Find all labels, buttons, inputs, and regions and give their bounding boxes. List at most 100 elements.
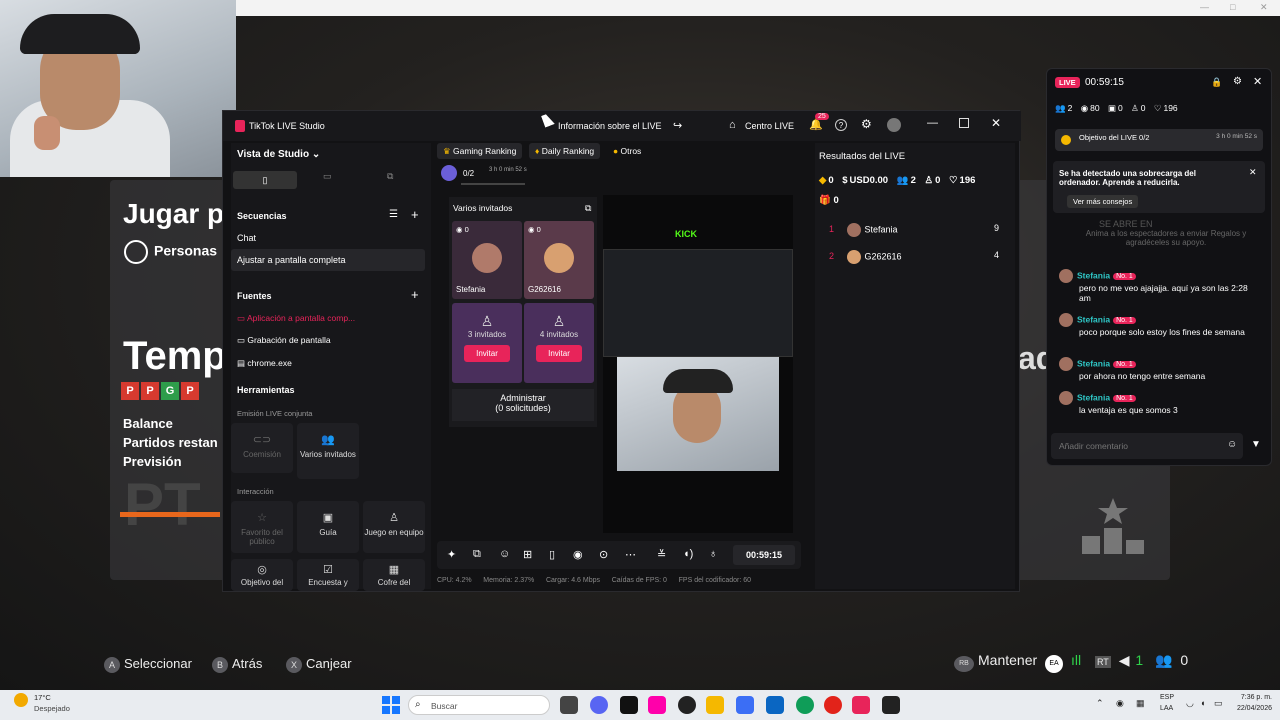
globe-icon (124, 240, 148, 264)
more-icon[interactable]: ⋯ (625, 548, 636, 561)
language-label[interactable]: ESP (1160, 694, 1174, 701)
invite-button[interactable]: Invitar (464, 345, 510, 362)
guest-count: ◉ 0 (456, 225, 469, 234)
cohost-tool[interactable]: ⊂⊃ Coemisión (231, 423, 293, 473)
obs-icon[interactable] (882, 696, 900, 714)
close-icon[interactable]: ✕ (1249, 167, 1257, 178)
tab-daily-ranking[interactable]: ♦ Daily Ranking (529, 143, 601, 159)
balance-label: Balance (123, 416, 173, 431)
folder-icon[interactable] (706, 696, 724, 714)
live-center-button[interactable]: Centro LIVE (745, 121, 794, 131)
controller-hint: A Seleccionar (104, 656, 192, 673)
close-button[interactable]: ✕ (991, 116, 1001, 130)
live-info-link[interactable]: Información sobre el LIVE (558, 121, 662, 131)
outlook-icon[interactable] (766, 696, 784, 714)
windows-start-icon[interactable] (382, 696, 400, 714)
chrome-icon[interactable] (824, 696, 842, 714)
avatar[interactable] (887, 118, 901, 132)
battery-icon[interactable]: ▭ (1214, 698, 1223, 709)
ranking-row[interactable]: 2 G262616 4 (819, 250, 1009, 264)
poll-tool[interactable]: ☑ Encuesta y (297, 559, 359, 591)
guide-tool[interactable]: ▣ Guía (297, 501, 359, 553)
emoji-icon[interactable]: ☺ (1227, 439, 1237, 450)
speaker-icon[interactable]: ◖ (1200, 698, 1205, 708)
record-icon[interactable]: ◉ (573, 548, 583, 561)
ranking-row[interactable]: 1 Stefania 9 (819, 223, 1009, 237)
landscape-view-toggle[interactable]: ▭ (323, 171, 332, 182)
personas-row[interactable]: Personas (124, 240, 217, 264)
guest-card[interactable]: ◉ 0 Stefania (452, 221, 522, 299)
wifi-icon[interactable]: ◡ (1186, 698, 1194, 709)
edge-icon[interactable] (796, 696, 814, 714)
add-scene-icon[interactable]: ⊞ (523, 548, 532, 561)
source-item[interactable]: ▭ Grabación de pantalla (237, 335, 331, 346)
goal-tool[interactable]: ◎ Objetivo del (231, 559, 293, 591)
gear-icon[interactable]: ⚙ (1233, 76, 1242, 87)
gear-icon[interactable]: ⚙ (861, 117, 872, 131)
tab-others[interactable]: ● Otros (607, 143, 647, 159)
multi-view-toggle[interactable]: ⧉ (387, 171, 393, 182)
team-game-tool[interactable]: ♙ Juego en equipo (363, 501, 425, 553)
epic-games-icon[interactable] (620, 696, 638, 714)
minimize-button[interactable]: — (927, 117, 938, 129)
chest-tool[interactable]: ▦ Cofre del (363, 559, 425, 591)
settings-sliders-icon[interactable]: ≚ (657, 548, 666, 561)
close-icon[interactable]: ✕ (1253, 75, 1262, 88)
tray-chevron-icon[interactable]: ⌃ (1096, 698, 1104, 709)
faded-heading: SE ABRE EN (1099, 219, 1153, 229)
hint-label: Seleccionar (124, 656, 192, 671)
effects-icon[interactable]: ☺ (499, 548, 510, 560)
tray-icon[interactable]: ◉ (1116, 698, 1124, 709)
guest-card[interactable]: ◉ 0 G262616 (524, 221, 594, 299)
popout-icon[interactable]: ⧉ (585, 203, 591, 214)
manage-requests-button[interactable]: Administrar (0 solicitudes) (452, 389, 594, 421)
multi-guest-tool[interactable]: 👥 Varios invitados (297, 423, 359, 479)
camera-icon[interactable]: ⊙ (599, 548, 608, 561)
favorite-tool[interactable]: ☆ Favorito del público (231, 501, 293, 553)
discord-icon[interactable] (590, 696, 608, 714)
file-manager-icon[interactable] (560, 696, 578, 714)
maximize-glyph: □ (1230, 2, 1236, 12)
tiktok-icon[interactable] (852, 696, 870, 714)
follow-icon: ♙ (924, 175, 934, 186)
comment-input[interactable] (1051, 433, 1211, 459)
sequence-item-selected[interactable]: Ajustar a pantalla completa (231, 249, 425, 271)
invite-button[interactable]: Invitar (536, 345, 582, 362)
chat-message: Stefania No. 1 poco porque solo estoy los … (1059, 313, 1259, 337)
portrait-view-toggle[interactable]: ▯ (233, 171, 297, 189)
github-icon[interactable] (678, 696, 696, 714)
source-item[interactable]: ▤ chrome.exe (237, 358, 292, 369)
people-icon: 👥 (896, 175, 909, 186)
tab-gaming-ranking[interactable]: ♛ Gaming Ranking (437, 143, 523, 159)
tray-icon[interactable]: ▦ (1136, 698, 1145, 709)
screen-icon: ▭ (237, 313, 246, 323)
maximize-button[interactable] (959, 118, 969, 128)
gift-count: 0 (833, 195, 839, 206)
magic-icon[interactable]: ✦ (447, 548, 456, 561)
taskbar-search[interactable]: ⌕ Buscar (408, 695, 550, 715)
goal-card[interactable]: Objetivo del LIVE 0/2 3 h 0 min 52 s (1055, 129, 1263, 151)
share-icon[interactable]: ↪ (673, 119, 682, 132)
filter-icon[interactable]: ▼ (1251, 439, 1261, 450)
lock-icon[interactable]: 🔒 (1211, 77, 1222, 88)
phone-icon[interactable]: ▯ (549, 548, 555, 561)
store-icon[interactable] (736, 696, 754, 714)
help-icon[interactable]: ? (835, 119, 847, 131)
weather-temp[interactable]: 17°C (34, 693, 51, 702)
source-item-error[interactable]: ▭ Aplicación a pantalla comp... (237, 313, 355, 324)
list-icon[interactable]: ☰ (389, 209, 398, 220)
cpu-stat: CPU: 4.2% (437, 577, 472, 584)
speaker-icon[interactable]: ◖) (683, 548, 693, 560)
multi-guest-title: Varios invitados (453, 203, 513, 213)
sequence-item[interactable]: Chat (237, 233, 256, 243)
layout-icon[interactable]: ⧉ (473, 548, 481, 561)
add-sequence-button[interactable]: + (411, 207, 419, 222)
clock-time[interactable]: 7:36 p. m. (1232, 694, 1272, 701)
view-mode-dropdown[interactable]: Vista de Studio ⌄ (237, 149, 320, 160)
copilot-icon[interactable] (648, 696, 666, 714)
chevron-down-icon: ⌄ (311, 149, 321, 160)
more-tips-button[interactable]: Ver más consejos (1067, 195, 1139, 208)
microphone-icon[interactable]: ♁ (709, 548, 717, 560)
add-source-button[interactable]: + (411, 287, 419, 302)
gift-stat: 🎁 0 (819, 195, 839, 206)
